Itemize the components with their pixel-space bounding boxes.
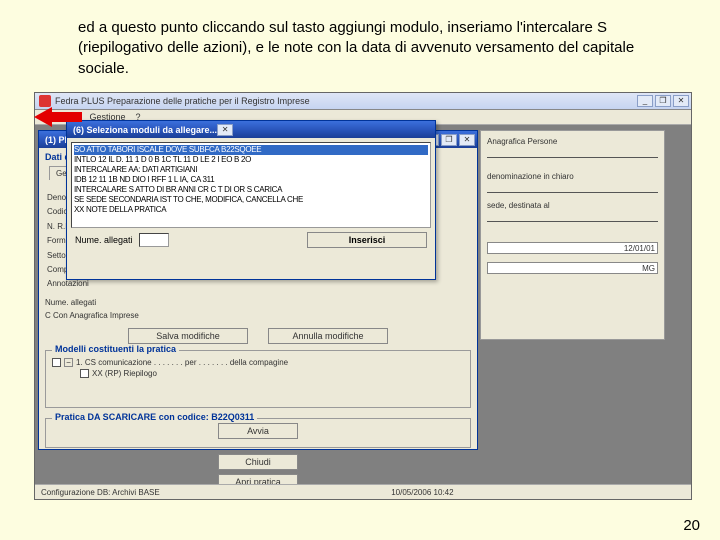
tree-checkbox-1[interactable] bbox=[52, 358, 61, 367]
app-icon bbox=[39, 95, 51, 107]
moduli-listbox[interactable]: SO ATTO TABORI ISCALE DOVE SUBFCA B22SQO… bbox=[71, 142, 431, 228]
listbox-item[interactable]: SO ATTO TABORI ISCALE DOVE SUBFCA B22SQO… bbox=[74, 145, 428, 155]
avvia-button[interactable]: Avvia bbox=[218, 423, 298, 439]
right-panel: Anagrafica Persone denominazione in chia… bbox=[480, 130, 665, 340]
modal-title: (6) Seleziona moduli da allegare... bbox=[67, 125, 217, 135]
modelli-tree[interactable]: − 1. CS comunicazione . . . . . . . per … bbox=[50, 355, 466, 381]
modal-titlebar: (6) Seleziona moduli da allegare... ✕ bbox=[67, 121, 435, 138]
practice-close-button[interactable]: ✕ bbox=[459, 134, 475, 146]
close-button[interactable]: ✕ bbox=[673, 95, 689, 107]
window-controls: _ ❐ ✕ bbox=[637, 95, 691, 107]
chiudi-button[interactable]: Chiudi bbox=[218, 454, 298, 470]
app-title: Fedra PLUS Preparazione delle pratiche p… bbox=[55, 96, 310, 106]
listbox-item[interactable]: INTLO 12 IL D. 11 1 D 0 B 1C TL 11 D LE … bbox=[74, 155, 428, 165]
tree-collapse-icon[interactable]: − bbox=[64, 358, 73, 367]
inserisci-button[interactable]: Inserisci bbox=[307, 232, 427, 248]
maximize-button[interactable]: ❐ bbox=[655, 95, 671, 107]
anagrafica-persone-label: Anagrafica Persone bbox=[487, 137, 658, 146]
listbox-item[interactable]: XX NOTE DELLA PRATICA bbox=[74, 205, 428, 215]
listbox-item[interactable]: SE SEDE SECONDARIA IST TO CHE, MODIFICA,… bbox=[74, 195, 428, 205]
sede-label: sede, destinata al bbox=[487, 201, 658, 210]
status-config: Configurazione DB: Archivi BASE bbox=[41, 488, 160, 497]
status-datetime: 10/05/2006 10:42 bbox=[391, 488, 453, 497]
status-bar: Configurazione DB: Archivi BASE 10/05/20… bbox=[35, 484, 691, 499]
modal-close-button[interactable]: ✕ bbox=[217, 124, 233, 136]
seleziona-moduli-dialog: (6) Seleziona moduli da allegare... ✕ SO… bbox=[66, 120, 436, 280]
listbox-item[interactable]: IDB 12 11 1B ND DIO I RFF 1 L IA, CA 311 bbox=[74, 175, 428, 185]
red-arrow-annotation bbox=[34, 107, 82, 127]
tree-checkbox-2[interactable] bbox=[80, 369, 89, 378]
listbox-item[interactable]: INTERCALARE S ATTO DI BR ANNI CR C T DI … bbox=[74, 185, 428, 195]
app-titlebar: Fedra PLUS Preparazione delle pratiche p… bbox=[35, 93, 691, 110]
row-label: Nume. allegati bbox=[45, 298, 96, 307]
date-box[interactable]: 12/01/01 bbox=[487, 242, 658, 254]
minimize-button[interactable]: _ bbox=[637, 95, 653, 107]
denominazione-label: denominazione in chiaro bbox=[487, 172, 658, 181]
num-allegati-input[interactable] bbox=[139, 233, 169, 247]
practice-max-button[interactable]: ❐ bbox=[441, 134, 457, 146]
code-box[interactable]: MG bbox=[487, 262, 658, 274]
page-number: 20 bbox=[683, 517, 700, 534]
tree-row-1: − 1. CS comunicazione . . . . . . . per … bbox=[52, 357, 464, 368]
listbox-item[interactable]: INTERCALARE AA: DATI ARTIGIANI bbox=[74, 165, 428, 175]
group-modelli-legend: Modelli costituenti la pratica bbox=[52, 344, 179, 354]
radio-choice[interactable]: C Con Anagrafica Imprese bbox=[45, 311, 139, 320]
salva-button[interactable]: Salva modifiche bbox=[128, 328, 248, 344]
instruction-text: ed a questo punto cliccando sul tasto ag… bbox=[78, 18, 638, 79]
num-allegati-label: Nume. allegati bbox=[75, 235, 133, 245]
annulla-button[interactable]: Annulla modifiche bbox=[268, 328, 388, 344]
group-scaricare-legend: Pratica DA SCARICARE con codice: B22Q031… bbox=[52, 412, 257, 422]
